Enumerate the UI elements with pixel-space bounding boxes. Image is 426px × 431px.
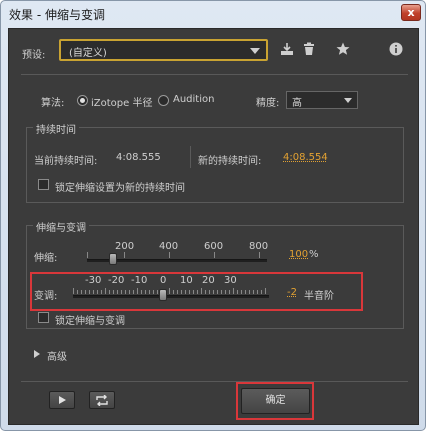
trash-icon[interactable] <box>301 42 317 58</box>
duration-group: 持续时间 当前持续时间: 4:08.555 新的持续时间: 4:08.554 锁… <box>26 121 404 203</box>
duration-group-title: 持续时间 <box>33 121 79 136</box>
precision-label: 精度: <box>256 98 280 109</box>
effect-panel: 预设: (自定义) 算法: iZotope 半径 Audition 精度: 高 <box>8 28 419 425</box>
pitch-highlight-box <box>30 272 363 311</box>
loop-button[interactable] <box>89 391 115 409</box>
stretch-tick-200: 200 <box>115 241 135 252</box>
stretch-label: 伸缩: <box>34 253 58 264</box>
tick-mark <box>87 252 88 258</box>
loop-icon <box>96 394 108 407</box>
lock-stretch-duration-checkbox[interactable] <box>38 179 49 190</box>
tick-mark <box>259 252 260 258</box>
radio-izotope[interactable] <box>77 95 88 106</box>
new-duration-label: 新的持续时间: <box>198 156 262 167</box>
preset-select[interactable]: (自定义) <box>59 39 268 61</box>
window-title: 效果 - 伸缩与变调 <box>9 8 105 22</box>
stretch-unit: % <box>309 249 319 260</box>
preset-value: (自定义) <box>69 48 107 59</box>
chevron-down-icon <box>250 48 260 54</box>
close-button[interactable]: x <box>401 4 421 21</box>
title-bar[interactable]: 效果 - 伸缩与变调 x <box>1 1 425 25</box>
radio-audition[interactable] <box>158 95 169 106</box>
chevron-down-icon <box>344 98 352 103</box>
stretch-tick-400: 400 <box>159 241 179 252</box>
download-icon[interactable] <box>279 42 295 58</box>
current-duration-label: 当前持续时间: <box>34 156 98 167</box>
chevron-right-icon[interactable] <box>34 350 40 358</box>
lock-stretch-pitch-label[interactable]: 锁定伸缩与变调 <box>55 312 125 327</box>
preset-label: 预设: <box>22 50 46 61</box>
lock-stretch-pitch-checkbox[interactable] <box>38 312 49 323</box>
current-duration-value: 4:08.555 <box>116 152 161 163</box>
tick-mark <box>169 252 170 258</box>
radio-izotope-label[interactable]: iZotope 半径 <box>91 94 152 109</box>
star-icon[interactable] <box>335 42 351 58</box>
stretch-tick-600: 600 <box>204 241 224 252</box>
lock-stretch-duration-label[interactable]: 锁定伸缩设置为新的持续时间 <box>55 179 185 194</box>
divider <box>21 381 408 382</box>
dialog-window: 效果 - 伸缩与变调 x 预设: (自定义) 算法: iZotope 半径 Au… <box>0 0 426 431</box>
radio-audition-label[interactable]: Audition <box>173 94 214 105</box>
divider <box>21 74 408 75</box>
precision-value: 高 <box>292 98 302 109</box>
advanced-toggle[interactable]: 高级 <box>47 348 67 363</box>
tick-mark <box>214 252 215 258</box>
info-icon[interactable] <box>388 42 404 58</box>
ok-highlight-box <box>236 382 314 420</box>
play-button[interactable] <box>49 391 75 409</box>
play-icon <box>59 396 66 404</box>
stretch-tick-800: 800 <box>249 241 269 252</box>
duration-separator <box>190 146 191 168</box>
stretch-slider-thumb[interactable] <box>109 253 117 265</box>
stretch-pitch-group-title: 伸缩与变调 <box>33 219 89 234</box>
tick-mark <box>124 252 125 258</box>
close-icon: x <box>407 6 415 19</box>
new-duration-value[interactable]: 4:08.554 <box>283 152 328 163</box>
stretch-value[interactable]: 100 <box>289 249 308 260</box>
precision-select[interactable]: 高 <box>286 91 358 109</box>
algorithm-label: 算法: <box>41 98 65 109</box>
